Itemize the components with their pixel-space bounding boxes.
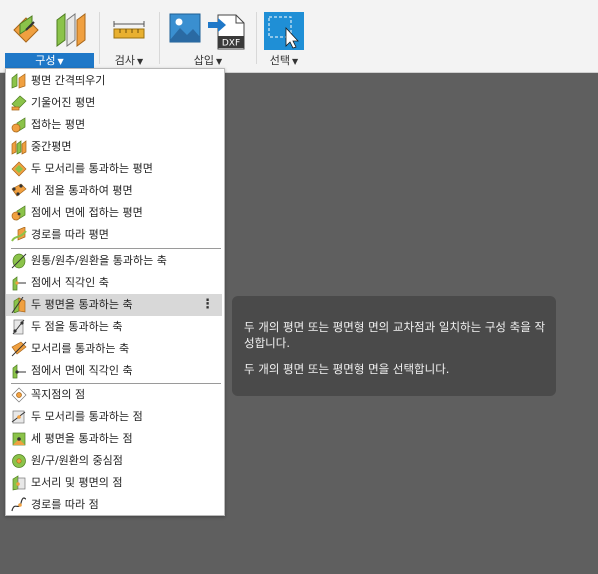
menu-item-label: 중간평면 [31, 140, 72, 153]
select-group[interactable]: 선택 ▼ [261, 0, 307, 72]
inspect-label[interactable]: 검사 ▼ [104, 53, 154, 68]
construct-dropdown-menu: 평면 간격띄우기 기울어진 평면 접하는 평면 중간평면 두 모서리를 통과하는… [5, 68, 225, 516]
midplane-icon[interactable] [53, 12, 89, 52]
menu-item-axis-perpendicular-to-face[interactable]: 점에서 면에 직각인 축 [6, 360, 222, 382]
menu-item-label: 경로를 따라 점 [31, 498, 99, 511]
axis-cylinder-icon [11, 253, 27, 269]
axis-perpendicular-face-icon [11, 363, 27, 379]
toolbar-divider [159, 12, 160, 64]
menu-item-point-at-center[interactable]: 원/구/원환의 중심점 [6, 450, 222, 472]
axis-perpendicular-point-icon [11, 275, 27, 291]
menu-item-axis-through-cylinder[interactable]: 원통/원추/원환을 통과하는 축 [6, 250, 222, 272]
plane-along-path-icon [11, 226, 27, 243]
menu-item-plane-through-three-points[interactable]: 세 점을 통과하여 평면 [6, 180, 222, 202]
chevron-down-icon: ▼ [292, 57, 299, 66]
menu-item-plane-at-angle[interactable]: 기울어진 평면 [6, 92, 222, 114]
menu-item-label: 원/구/원환의 중심점 [31, 454, 123, 467]
plane-at-angle-icon [11, 95, 27, 111]
point-three-planes-icon [11, 431, 27, 447]
menu-item-label: 두 점을 통과하는 축 [31, 320, 123, 333]
menu-item-axis-through-edge[interactable]: 모서리를 통과하는 축 [6, 338, 222, 360]
insert-dxf-icon[interactable]: DXF [208, 14, 248, 54]
insert-group[interactable]: DXF 삽입 ▼ [164, 0, 252, 72]
menu-item-point-at-vertex[interactable]: 꼭지점의 점 [6, 384, 222, 406]
select-icon[interactable] [264, 12, 304, 54]
point-center-icon [11, 453, 27, 469]
menu-item-label: 경로를 따라 평면 [31, 228, 109, 241]
plane-tangent-at-point-icon [11, 205, 27, 221]
menu-item-point-through-three-planes[interactable]: 세 평면을 통과하는 점 [6, 428, 222, 450]
menu-item-tangent-plane[interactable]: 접하는 평면 [6, 114, 222, 136]
menu-item-point-at-edge-and-plane[interactable]: 모서리 및 평면의 점 [6, 472, 222, 494]
chevron-down-icon: ▼ [57, 57, 64, 66]
point-two-edges-icon [11, 409, 27, 425]
menu-item-point-along-path[interactable]: 경로를 따라 점 [6, 494, 222, 516]
menu-item-axis-perpendicular-at-point[interactable]: 점에서 직각인 축 [6, 272, 222, 294]
midplane-icon [11, 139, 27, 155]
menu-item-label: 기울어진 평면 [31, 96, 96, 109]
menu-item-point-through-two-edges[interactable]: 두 모서리를 통과하는 점 [6, 406, 222, 428]
menu-item-plane-through-two-edges[interactable]: 두 모서리를 통과하는 평면 [6, 158, 222, 180]
dxf-text: DXF [222, 39, 240, 49]
measure-icon[interactable] [112, 20, 146, 44]
menu-item-label: 두 모서리를 통과하는 점 [31, 410, 143, 423]
menu-item-label: 평면 간격띄우기 [31, 74, 106, 87]
ribbon-toolbar: 구성 ▼ 검사 ▼ DXF 삽입 ▼ 선택 ▼ [0, 0, 598, 73]
insert-image-icon[interactable] [169, 12, 201, 48]
tooltip-instruction: 두 개의 평면 또는 평면형 면을 선택합니다. [244, 362, 450, 376]
offset-plane-icon[interactable] [10, 12, 42, 50]
plane-two-edges-icon [11, 161, 27, 177]
chevron-down-icon: ▼ [137, 57, 144, 66]
axis-edge-icon [11, 341, 27, 357]
menu-item-label: 점에서 면에 직각인 축 [31, 364, 133, 377]
menu-item-midplane[interactable]: 중간평면 [6, 136, 222, 158]
menu-item-label: 두 모서리를 통과하는 평면 [31, 162, 153, 175]
chevron-down-icon: ▼ [216, 57, 223, 66]
construct-group[interactable]: 구성 ▼ [5, 0, 94, 72]
menu-separator [11, 248, 221, 249]
offset-plane-icon [11, 73, 27, 89]
inspect-group[interactable]: 검사 ▼ [104, 0, 154, 72]
menu-item-label: 접하는 평면 [31, 118, 86, 131]
point-vertex-icon [11, 387, 27, 403]
construct-label[interactable]: 구성 ▼ [5, 53, 94, 68]
menu-item-label: 두 평면을 통과하는 축 [31, 298, 133, 311]
select-label[interactable]: 선택 ▼ [261, 53, 307, 68]
menu-item-label: 점에서 면에 접하는 평면 [31, 206, 143, 219]
menu-item-label: 세 점을 통과하여 평면 [31, 184, 133, 197]
more-options-icon[interactable]: ⋮ [201, 294, 214, 316]
tangent-plane-icon [11, 117, 27, 133]
menu-item-label: 꼭지점의 점 [31, 388, 86, 401]
menu-item-plane-tangent-at-point[interactable]: 점에서 면에 접하는 평면 [6, 202, 222, 224]
axis-two-points-icon [11, 319, 27, 335]
menu-item-label: 모서리 및 평면의 점 [31, 476, 123, 489]
menu-item-label: 모서리를 통과하는 축 [31, 342, 130, 355]
toolbar-divider [99, 12, 100, 64]
menu-item-label: 점에서 직각인 축 [31, 276, 109, 289]
menu-item-axis-through-two-planes[interactable]: 두 평면을 통과하는 축 ⋮ [6, 294, 222, 316]
menu-item-label: 원통/원추/원환을 통과하는 축 [31, 254, 167, 267]
axis-two-planes-icon [11, 296, 27, 314]
menu-item-axis-through-two-points[interactable]: 두 점을 통과하는 축 [6, 316, 222, 338]
point-edge-plane-icon [11, 475, 27, 491]
menu-item-label: 세 평면을 통과하는 점 [31, 432, 133, 445]
menu-item-plane-along-path[interactable]: 경로를 따라 평면 [6, 224, 222, 246]
tooltip-description: 두 개의 평면 또는 평면형 면의 교차점과 일치하는 구성 축을 작성합니다. [244, 320, 546, 350]
toolbar-divider [256, 12, 257, 64]
menu-item-offset-plane[interactable]: 평면 간격띄우기 [6, 70, 222, 92]
command-tooltip: 두 개의 평면 또는 평면형 면의 교차점과 일치하는 구성 축을 작성합니다.… [232, 296, 556, 396]
plane-three-points-icon [11, 183, 27, 199]
insert-label[interactable]: 삽입 ▼ [164, 53, 252, 68]
point-along-path-icon [11, 497, 27, 513]
